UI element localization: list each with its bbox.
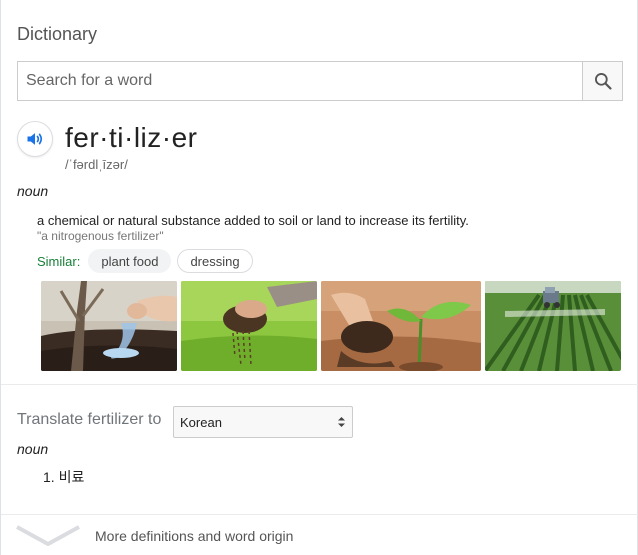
chevron-down-icon [16, 525, 80, 546]
headword: fer·ti·liz·er [65, 122, 198, 153]
search-icon [594, 73, 612, 90]
similar-label: Similar: [37, 253, 81, 269]
similar-words-row: Similar: plant food dressing [37, 249, 259, 273]
translation-part-of-speech: noun [17, 441, 49, 457]
more-definitions-label: More definitions and word origin [95, 528, 294, 544]
section-divider [1, 384, 638, 385]
definition-text: a chemical or natural substance added to… [37, 213, 469, 228]
seedling-in-hand-image[interactable] [321, 281, 481, 371]
search-bar [17, 61, 623, 101]
translation-result: 1. 비료 [43, 469, 85, 485]
search-input[interactable] [18, 62, 582, 100]
translate-label: Translate fertilizer to [17, 411, 162, 428]
image-strip [41, 281, 625, 371]
hand-spreading-granules-image[interactable] [41, 281, 177, 371]
more-definitions-button[interactable]: More definitions and word origin [1, 515, 638, 555]
language-select[interactable]: Korean [173, 406, 353, 438]
speaker-icon [27, 133, 43, 145]
similar-chip-plant-food[interactable]: plant food [88, 249, 172, 273]
similar-chip-dressing[interactable]: dressing [177, 249, 253, 273]
dictionary-card: Dictionary fer·ti·liz·er /ˈfərdlˌīzər/ n… [0, 0, 638, 555]
select-arrows-icon [337, 415, 346, 429]
example-sentence: "a nitrogenous fertilizer" [37, 229, 164, 243]
language-select-value: Korean [180, 414, 222, 430]
soil-falling-on-grass-image[interactable] [181, 281, 317, 371]
tractor-spraying-field-image[interactable] [485, 281, 621, 371]
search-button[interactable] [582, 62, 622, 100]
phonetic-spelling: /ˈfərdlˌīzər/ [65, 157, 128, 172]
widget-title: Dictionary [17, 24, 98, 44]
part-of-speech: noun [17, 183, 49, 199]
pronunciation-audio-button[interactable] [17, 121, 53, 157]
